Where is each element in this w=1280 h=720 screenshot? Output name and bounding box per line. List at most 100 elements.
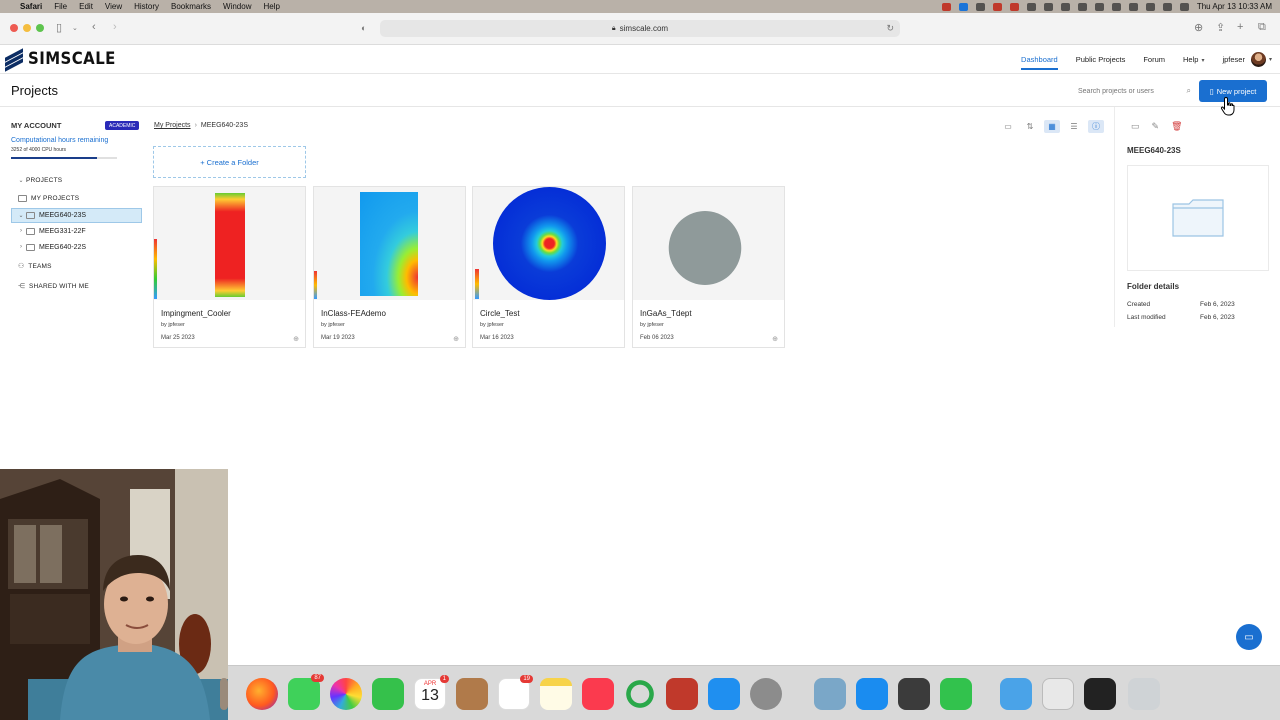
calculator-icon[interactable] [898, 678, 930, 710]
status-app-icon[interactable] [1060, 2, 1070, 11]
sidebar-item-shared-with-me[interactable]: ⋲ SHARED WITH ME [0, 279, 146, 293]
project-name[interactable]: InGaAs_Tdept [640, 309, 692, 318]
privacy-shield-icon[interactable]: ◐ [361, 23, 366, 33]
user-menu[interactable]: jpfeser [1222, 55, 1245, 64]
dock-app-icon[interactable] [856, 678, 888, 710]
nav-help[interactable]: Help ▾ [1183, 55, 1204, 64]
sidebar-toggle-icon[interactable]: ▯ [56, 21, 62, 34]
status-app-icon[interactable] [975, 2, 985, 11]
tab-overview-icon[interactable]: ⧉ [1258, 21, 1266, 34]
photos-icon[interactable] [330, 678, 362, 710]
project-card[interactable]: Circle_Test by jpfeser Mar 16 2023 [472, 186, 625, 348]
messages-icon[interactable]: 87 [288, 674, 324, 710]
downloads-icon[interactable]: ⊕ [1194, 21, 1203, 34]
wifi-icon[interactable] [1094, 2, 1104, 11]
nav-dashboard[interactable]: Dashboard [1021, 55, 1058, 70]
sidebar-item-my-projects[interactable]: MY PROJECTS [0, 191, 146, 205]
edit-pencil-icon[interactable]: ✎ [1152, 121, 1160, 132]
menu-window[interactable]: Window [223, 2, 251, 11]
move-folder-icon[interactable]: ▭ [1131, 121, 1140, 132]
search-input[interactable] [1073, 84, 1177, 98]
info-icon[interactable]: ⓘ [1088, 120, 1104, 133]
new-folder-icon[interactable]: ▭ [1000, 120, 1016, 133]
search-icon[interactable]: ⌕ [1187, 86, 1191, 96]
project-card[interactable]: Impingment_Cooler by jpfeser Mar 25 2023… [153, 186, 306, 348]
status-app-icon[interactable] [1043, 2, 1053, 11]
back-icon[interactable]: ‹ [92, 21, 96, 33]
system-settings-icon[interactable] [750, 678, 782, 710]
support-chat-button[interactable]: ▭ [1236, 624, 1262, 650]
status-app-icon[interactable] [958, 2, 968, 11]
project-card[interactable]: InClass-FEAdemo by jpfeser Mar 19 2023 ⊕ [313, 186, 466, 348]
minimize-window-button[interactable] [23, 24, 31, 32]
sidebar-folder-meeg640-22s[interactable]: › MEEG640-22S [0, 240, 146, 254]
avatar[interactable] [1250, 52, 1266, 67]
search-field[interactable]: ⌕ [1073, 84, 1195, 98]
list-view-icon[interactable]: ☰ [1066, 120, 1082, 133]
create-folder-button[interactable]: + Create a Folder [153, 146, 306, 178]
facetime-icon[interactable] [372, 678, 404, 710]
project-name[interactable]: Impingment_Cooler [161, 309, 231, 318]
menu-edit[interactable]: Edit [79, 2, 93, 11]
zoom-window-button[interactable] [36, 24, 44, 32]
sidebar-folder-meeg640-23s[interactable]: ⌄ MEEG640-23S [11, 208, 142, 223]
status-app-icon[interactable] [1111, 2, 1121, 11]
reminders-icon[interactable]: 19 [498, 675, 533, 710]
status-app-icon[interactable] [1009, 2, 1019, 11]
dock-document-icon[interactable] [1084, 678, 1116, 710]
project-name[interactable]: InClass-FEAdemo [321, 309, 386, 318]
menu-help[interactable]: Help [263, 2, 279, 11]
dock-app-icon[interactable] [624, 678, 656, 710]
music-icon[interactable] [582, 678, 614, 710]
menu-file[interactable]: File [54, 2, 67, 11]
status-app-icon[interactable] [941, 2, 951, 11]
dock-app-icon[interactable] [940, 678, 972, 710]
sidebar-folder-meeg331-22f[interactable]: › MEEG331-22F [0, 224, 146, 238]
powerpoint-icon[interactable] [666, 678, 698, 710]
project-date: Mar 19 2023 [321, 335, 355, 341]
share-icon[interactable]: ⇪ [1216, 21, 1225, 34]
delete-trash-icon[interactable]: 🗑︎ [1171, 121, 1182, 132]
chevron-down-icon[interactable]: ▾ [1269, 56, 1272, 63]
notes-icon[interactable] [540, 678, 572, 710]
menu-bookmarks[interactable]: Bookmarks [171, 2, 211, 11]
address-bar[interactable]: 🔒︎ simscale.com ↻ [380, 20, 900, 37]
nav-public-projects[interactable]: Public Projects [1076, 55, 1126, 64]
dock-document-icon[interactable] [1042, 678, 1074, 710]
reload-icon[interactable]: ↻ [886, 23, 894, 34]
calendar-icon[interactable]: APR 13 1 [414, 675, 449, 710]
status-app-icon[interactable] [992, 2, 1002, 11]
breadcrumb-my-projects[interactable]: My Projects [154, 122, 191, 129]
app-store-icon[interactable] [708, 678, 740, 710]
sidebar-item-projects[interactable]: ⌄ PROJECTS [0, 173, 146, 187]
dock-app-icon[interactable] [220, 678, 228, 710]
contacts-icon[interactable] [456, 678, 488, 710]
preview-icon[interactable] [814, 678, 846, 710]
spotlight-icon[interactable] [1145, 2, 1155, 11]
menu-app-safari[interactable]: Safari [20, 2, 42, 11]
sidebar-item-teams[interactable]: ⚇ TEAMS [0, 259, 146, 273]
status-app-icon[interactable] [1128, 2, 1138, 11]
grid-view-icon[interactable]: ▦ [1044, 120, 1060, 133]
siri-icon[interactable] [1179, 2, 1189, 11]
chevron-down-icon[interactable]: ⌄ [72, 24, 78, 32]
menu-history[interactable]: History [134, 2, 159, 11]
sort-icon[interactable]: ⇅ [1022, 120, 1038, 133]
trash-icon[interactable] [1128, 678, 1160, 710]
downloads-folder-icon[interactable] [1000, 678, 1032, 710]
computational-hours-link[interactable]: Computational hours remaining [11, 137, 108, 144]
project-name[interactable]: Circle_Test [480, 309, 520, 318]
status-app-icon[interactable] [1026, 2, 1036, 11]
bluetooth-icon[interactable] [1077, 2, 1087, 11]
forward-icon[interactable]: › [113, 21, 117, 33]
project-card[interactable]: InGaAs_Tdept by jpfeser Feb 06 2023 ⊕ [632, 186, 785, 348]
control-center-icon[interactable] [1162, 2, 1172, 11]
browser-toolbar: ▯ ⌄ ‹ › ◐ 🔒︎ simscale.com ↻ ⊕ ⇪ + ⧉ [0, 13, 1280, 45]
menu-view[interactable]: View [105, 2, 122, 11]
nav-forum[interactable]: Forum [1143, 55, 1165, 64]
firefox-icon[interactable] [246, 678, 278, 710]
new-tab-icon[interactable]: + [1237, 21, 1243, 33]
menu-bar-clock[interactable]: Thu Apr 13 10:33 AM [1197, 2, 1272, 11]
close-window-button[interactable] [10, 24, 18, 32]
simscale-logo[interactable]: SIMSCALE [5, 48, 128, 72]
